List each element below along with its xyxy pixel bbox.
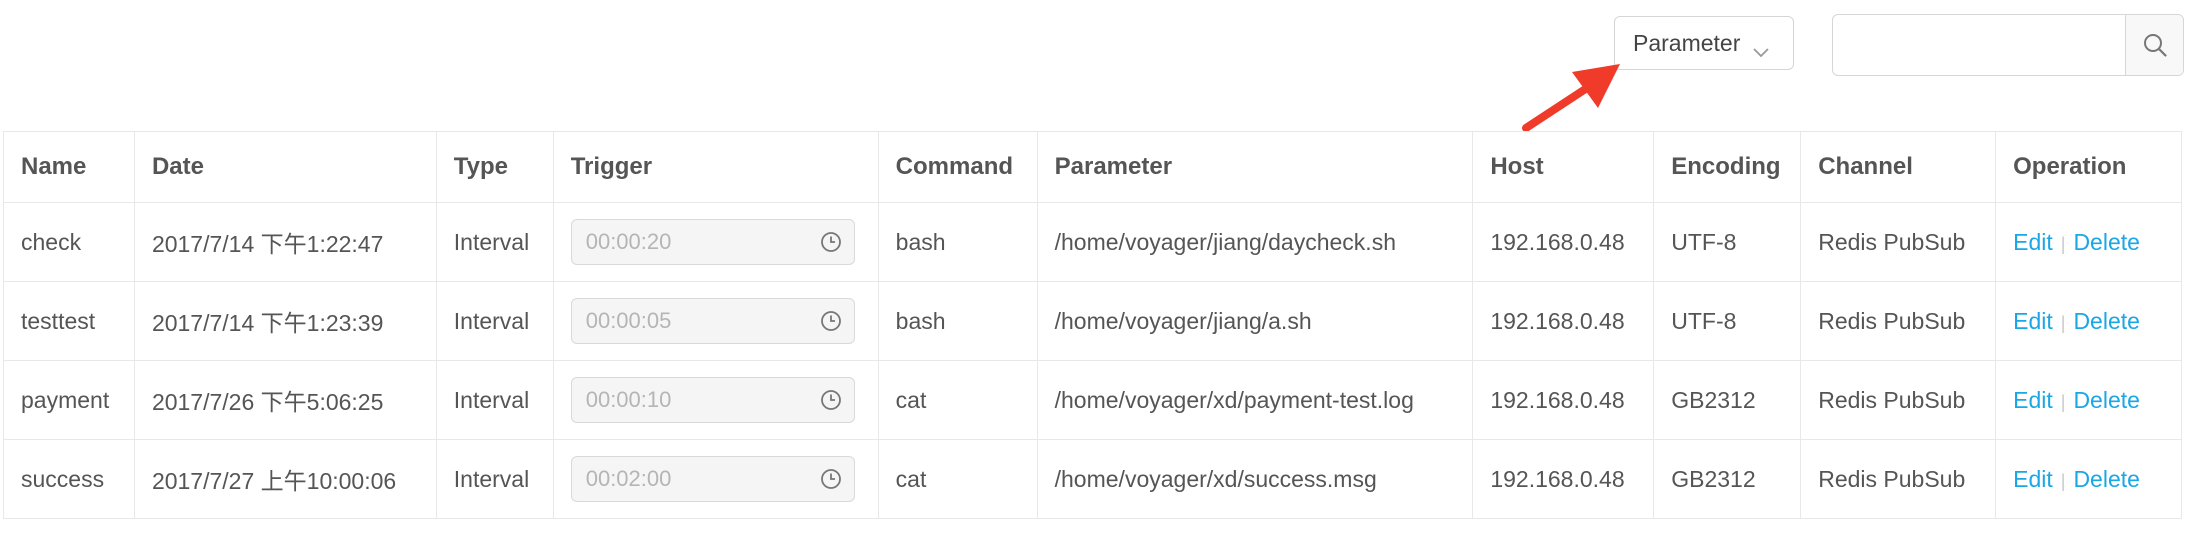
cell-encoding: GB2312 bbox=[1653, 360, 1802, 440]
trigger-time-value: 00:00:10 bbox=[585, 387, 672, 412]
cell-parameter: /home/voyager/jiang/a.sh bbox=[1036, 281, 1474, 361]
trigger-time-value: 00:00:05 bbox=[585, 308, 672, 333]
search-button[interactable] bbox=[2125, 15, 2183, 75]
cell-parameter: /home/voyager/xd/payment-test.log bbox=[1036, 360, 1474, 440]
cell-operation: Edit | Delete bbox=[1995, 439, 2182, 519]
table-row: success 2017/7/27 上午10:00:06 Interval 00… bbox=[3, 439, 2182, 519]
cell-date: 2017/7/27 上午10:00:06 bbox=[133, 439, 437, 519]
cell-encoding: UTF-8 bbox=[1653, 281, 1802, 361]
cell-host: 192.168.0.48 bbox=[1472, 360, 1655, 440]
column-header-parameter[interactable]: Parameter bbox=[1036, 131, 1474, 203]
cell-trigger: 00:02:00 bbox=[552, 439, 879, 519]
cell-parameter: /home/voyager/xd/success.msg bbox=[1036, 439, 1474, 519]
cell-name: testtest bbox=[3, 281, 135, 361]
table-header-row: Name Date Type Trigger Command Parameter… bbox=[3, 131, 2182, 203]
cell-command: bash bbox=[877, 202, 1038, 282]
trigger-time-value: 00:00:20 bbox=[585, 229, 672, 254]
operation-separator: | bbox=[2060, 391, 2066, 412]
table-row: testtest 2017/7/14 下午1:23:39 Interval 00… bbox=[3, 281, 2182, 361]
column-header-encoding[interactable]: Encoding bbox=[1653, 131, 1802, 203]
toolbar: Parameter bbox=[0, 0, 2186, 132]
cell-host: 192.168.0.48 bbox=[1472, 281, 1655, 361]
clock-icon bbox=[820, 390, 841, 410]
cell-command: cat bbox=[877, 439, 1038, 519]
trigger-time-field[interactable]: 00:00:20 bbox=[570, 219, 855, 265]
cell-host: 192.168.0.48 bbox=[1472, 202, 1655, 282]
column-header-name[interactable]: Name bbox=[3, 131, 135, 203]
cell-name: payment bbox=[3, 360, 135, 440]
edit-link[interactable]: Edit bbox=[2013, 387, 2053, 413]
cell-type: Interval bbox=[435, 202, 554, 282]
cell-channel: Redis PubSub bbox=[1800, 281, 1997, 361]
cell-date: 2017/7/26 下午5:06:25 bbox=[133, 360, 437, 440]
annotation-arrow-icon bbox=[1522, 64, 1620, 132]
operation-separator: | bbox=[2060, 233, 2066, 254]
parameter-filter-select[interactable]: Parameter bbox=[1614, 16, 1794, 70]
trigger-time-field[interactable]: 00:02:00 bbox=[570, 456, 855, 502]
cell-date: 2017/7/14 下午1:22:47 bbox=[133, 202, 437, 282]
cell-host: 192.168.0.48 bbox=[1472, 439, 1655, 519]
cell-channel: Redis PubSub bbox=[1800, 439, 1997, 519]
cell-channel: Redis PubSub bbox=[1800, 360, 1997, 440]
edit-link[interactable]: Edit bbox=[2013, 308, 2053, 334]
parameter-filter-label: Parameter bbox=[1633, 29, 1741, 56]
operation-separator: | bbox=[2060, 312, 2066, 333]
clock-icon bbox=[820, 469, 841, 489]
trigger-time-field[interactable]: 00:00:10 bbox=[570, 377, 855, 423]
column-header-command[interactable]: Command bbox=[877, 131, 1038, 203]
column-header-type[interactable]: Type bbox=[435, 131, 554, 203]
delete-link[interactable]: Delete bbox=[2073, 466, 2139, 492]
chevron-down-icon bbox=[1752, 37, 1770, 58]
column-header-trigger[interactable]: Trigger bbox=[552, 131, 879, 203]
cell-operation: Edit | Delete bbox=[1995, 281, 2182, 361]
clock-icon bbox=[820, 232, 841, 252]
cell-trigger: 00:00:10 bbox=[552, 360, 879, 440]
operation-separator: | bbox=[2060, 470, 2066, 491]
cell-trigger: 00:00:05 bbox=[552, 281, 879, 361]
cell-channel: Redis PubSub bbox=[1800, 202, 1997, 282]
search-input[interactable] bbox=[1833, 15, 2123, 75]
table-row: payment 2017/7/26 下午5:06:25 Interval 00:… bbox=[3, 360, 2182, 440]
delete-link[interactable]: Delete bbox=[2073, 387, 2139, 413]
column-header-operation[interactable]: Operation bbox=[1995, 131, 2182, 203]
cell-date: 2017/7/14 下午1:23:39 bbox=[133, 281, 437, 361]
cell-encoding: UTF-8 bbox=[1653, 202, 1802, 282]
cell-parameter: /home/voyager/jiang/daycheck.sh bbox=[1036, 202, 1474, 282]
cell-name: check bbox=[3, 202, 135, 282]
trigger-time-value: 00:02:00 bbox=[585, 466, 672, 491]
column-header-host[interactable]: Host bbox=[1472, 131, 1655, 203]
trigger-time-field[interactable]: 00:00:05 bbox=[570, 298, 855, 344]
edit-link[interactable]: Edit bbox=[2013, 229, 2053, 255]
delete-link[interactable]: Delete bbox=[2073, 308, 2139, 334]
cell-trigger: 00:00:20 bbox=[552, 202, 879, 282]
cell-encoding: GB2312 bbox=[1653, 439, 1802, 519]
cell-command: bash bbox=[877, 281, 1038, 361]
delete-link[interactable]: Delete bbox=[2073, 229, 2139, 255]
table-row: check 2017/7/14 下午1:22:47 Interval 00:00… bbox=[3, 202, 2182, 282]
cell-command: cat bbox=[877, 360, 1038, 440]
cell-name: success bbox=[3, 439, 135, 519]
edit-link[interactable]: Edit bbox=[2013, 466, 2053, 492]
task-table: Name Date Type Trigger Command Parameter… bbox=[3, 131, 2182, 519]
column-header-channel[interactable]: Channel bbox=[1800, 131, 1997, 203]
cell-type: Interval bbox=[435, 360, 554, 440]
cell-operation: Edit | Delete bbox=[1995, 202, 2182, 282]
cell-type: Interval bbox=[435, 439, 554, 519]
clock-icon bbox=[820, 311, 841, 331]
cell-operation: Edit | Delete bbox=[1995, 360, 2182, 440]
cell-type: Interval bbox=[435, 281, 554, 361]
search-box bbox=[1832, 14, 2184, 76]
column-header-date[interactable]: Date bbox=[133, 131, 437, 203]
search-icon bbox=[2143, 34, 2167, 57]
